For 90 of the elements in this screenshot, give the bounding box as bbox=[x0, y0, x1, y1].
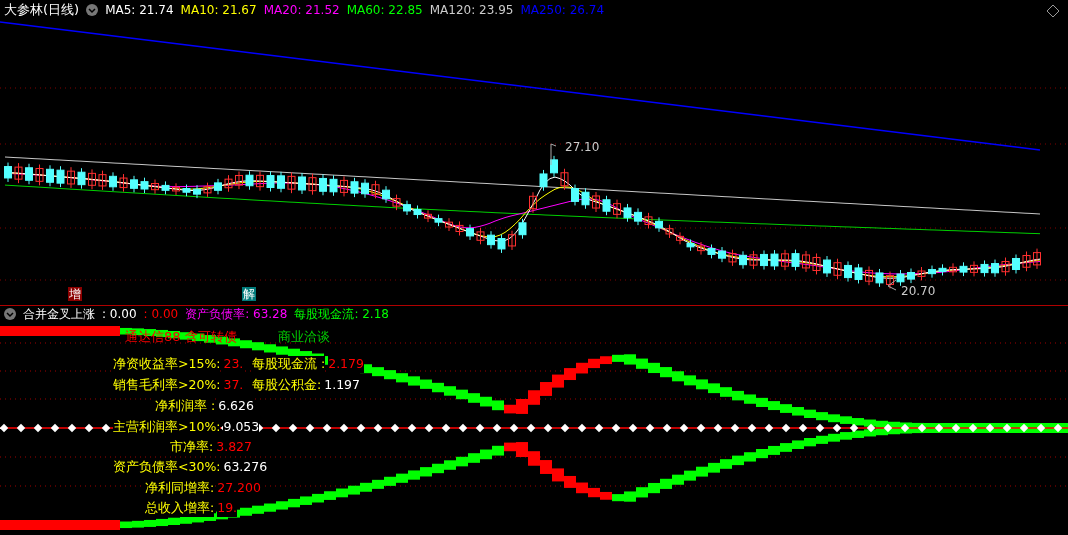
indicator-value: : 0.00 bbox=[143, 307, 179, 321]
diamond-marker bbox=[407, 423, 417, 433]
diamond-marker bbox=[560, 423, 570, 433]
cash-flow-value: 每股现金流: 2.18 bbox=[294, 305, 389, 323]
moving-average-label: MA5: 21.74 bbox=[105, 3, 174, 17]
metric-label: 总收入增率: bbox=[145, 500, 215, 517]
diamond-marker bbox=[1053, 423, 1063, 433]
diamond-marker bbox=[611, 423, 621, 433]
diamond-marker bbox=[288, 423, 298, 433]
metric-label: 资产负债率<30%: bbox=[113, 459, 221, 476]
note-text: 商业洽谈 bbox=[278, 328, 330, 346]
diamond-marker bbox=[390, 423, 400, 433]
diamond-marker bbox=[373, 423, 383, 433]
metric-label: 市净率: bbox=[170, 439, 214, 456]
stock-title: 大参林(日线) bbox=[4, 1, 80, 19]
diamond-marker bbox=[900, 423, 910, 433]
diamond-marker bbox=[84, 423, 94, 433]
diamond-marker bbox=[16, 423, 26, 433]
low-price-label: 20.70 bbox=[901, 284, 936, 298]
metric-label: 每股现金流 : bbox=[252, 356, 326, 373]
high-price-label: 27.10 bbox=[565, 140, 600, 154]
diamond-marker bbox=[696, 423, 706, 433]
metric-label: 净利润率 : bbox=[155, 398, 216, 415]
diamond-marker bbox=[101, 423, 111, 433]
diamond-marker bbox=[1002, 423, 1012, 433]
diamond-marker bbox=[645, 423, 655, 433]
metric-label: 每股公积金: bbox=[252, 377, 322, 394]
diamond-marker bbox=[543, 423, 553, 433]
metric-label: 主营利润率>10%: bbox=[113, 419, 221, 436]
diamond-marker bbox=[271, 423, 281, 433]
diamond-marker bbox=[764, 423, 774, 433]
signal-marker: 增 bbox=[68, 287, 82, 301]
moving-average-label: MA250: 26.74 bbox=[520, 3, 605, 17]
diamond-marker bbox=[67, 423, 77, 433]
diamond-marker bbox=[815, 423, 825, 433]
diamond-marker bbox=[594, 423, 604, 433]
diamond-marker bbox=[849, 423, 859, 433]
diamond-marker bbox=[322, 423, 332, 433]
chevron-icon[interactable] bbox=[4, 308, 16, 320]
metric-label: 净利同增率: bbox=[145, 480, 215, 497]
diamond-marker bbox=[33, 423, 43, 433]
debt-ratio-value: 资产负债率: 63.28 bbox=[185, 305, 288, 323]
diamond-marker bbox=[917, 423, 927, 433]
diamond-marker bbox=[713, 423, 723, 433]
diamond-marker bbox=[781, 423, 791, 433]
diamond-marker bbox=[1019, 423, 1029, 433]
diamond-marker bbox=[968, 423, 978, 433]
diamond-marker bbox=[798, 423, 808, 433]
moving-average-label: MA60: 22.85 bbox=[346, 3, 423, 17]
metric-value: 23. bbox=[223, 356, 244, 373]
diamond-icon[interactable] bbox=[1047, 5, 1059, 17]
diamond-marker bbox=[662, 423, 672, 433]
diamond-marker bbox=[339, 423, 349, 433]
diamond-marker bbox=[0, 423, 9, 433]
signal-marker: 解 bbox=[242, 287, 256, 301]
diamond-marker bbox=[526, 423, 536, 433]
diamond-marker bbox=[985, 423, 995, 433]
diamond-marker bbox=[441, 423, 451, 433]
diamond-marker bbox=[832, 423, 842, 433]
metric-value: 19. bbox=[217, 500, 238, 517]
moving-average-label: MA10: 21.67 bbox=[180, 3, 257, 17]
metric-label: 净资收益率>15%: bbox=[113, 356, 221, 373]
diamond-marker bbox=[50, 423, 60, 433]
diamond-marker bbox=[356, 423, 366, 433]
moving-average-label: MA20: 21.52 bbox=[263, 3, 340, 17]
metric-label: 销售毛利率>20%: bbox=[113, 377, 221, 394]
indicator-value: : 0.00 bbox=[102, 307, 137, 321]
diamond-marker bbox=[509, 423, 519, 433]
diamond-marker bbox=[866, 423, 876, 433]
chevron-icon[interactable] bbox=[86, 4, 99, 16]
diamond-marker bbox=[577, 423, 587, 433]
diamond-marker bbox=[1036, 423, 1046, 433]
metric-value: 9.053 bbox=[223, 419, 260, 436]
leader-line bbox=[550, 143, 557, 166]
diamond-marker bbox=[951, 423, 961, 433]
diamond-marker bbox=[628, 423, 638, 433]
diamond-marker bbox=[934, 423, 944, 433]
diamond-marker bbox=[679, 423, 689, 433]
diamond-marker bbox=[424, 423, 434, 433]
diamond-marker bbox=[475, 423, 485, 433]
metric-value: 2.179 bbox=[328, 356, 364, 373]
diamond-marker bbox=[730, 423, 740, 433]
diamond-marker bbox=[305, 423, 315, 433]
moving-average-label: MA120: 23.95 bbox=[429, 3, 514, 17]
diamond-marker bbox=[458, 423, 468, 433]
leader-line bbox=[887, 279, 897, 291]
indicator-name: 合并金叉上涨 bbox=[23, 305, 95, 323]
diamond-marker bbox=[883, 423, 893, 433]
diamond-marker bbox=[492, 423, 502, 433]
diamond-marker bbox=[747, 423, 757, 433]
